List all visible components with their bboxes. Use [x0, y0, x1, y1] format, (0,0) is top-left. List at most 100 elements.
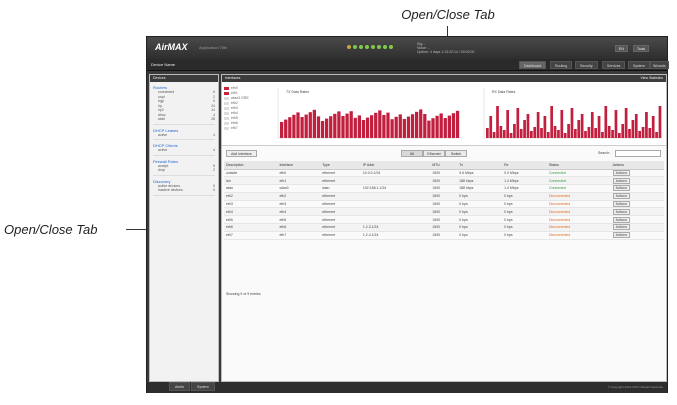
add-interface-button[interactable]: Add Interface — [226, 150, 257, 157]
column-header[interactable]: Status — [546, 161, 611, 170]
sidebar-row-value: 2 — [213, 168, 215, 172]
actions-button[interactable]: Actions — [612, 216, 631, 223]
table-row[interactable]: outside eth0 ethernet 10.0.0.1/24 1500 9.6 Mb… — [224, 169, 664, 178]
search-label: Search: — [598, 151, 611, 155]
table-cell: 0 bps — [457, 200, 503, 209]
chart-bar — [645, 112, 648, 138]
chart-bar — [402, 119, 406, 138]
table-header-row: Description Interface Type IP Addr MTU Tx Rx St… — [224, 161, 664, 170]
search-input[interactable] — [615, 150, 661, 157]
tools-button[interactable]: Tools — [633, 45, 650, 52]
chart-bar — [563, 133, 567, 138]
table-row[interactable]: eth3 eth3 ethernet 1500 0 bps 0 bps Disconnect… — [224, 200, 664, 209]
table-row[interactable]: eth6 eth6 ethernet 1.2.3.1/24 1500 0 bps 0 bps… — [224, 223, 664, 232]
actions-button[interactable]: Actions — [612, 169, 631, 176]
column-header[interactable]: IP Addr — [360, 161, 431, 170]
column-header[interactable]: MTU — [430, 161, 458, 170]
column-header[interactable]: Actions — [610, 161, 664, 170]
column-header[interactable]: Rx — [502, 161, 547, 170]
led-icon — [353, 45, 357, 49]
column-header[interactable]: Interface — [277, 161, 321, 170]
filter-all-button[interactable]: All — [401, 150, 423, 157]
table-cell: eth6 — [224, 223, 278, 232]
chart-bar — [447, 115, 451, 138]
column-header[interactable]: Description — [224, 161, 278, 170]
table-cell: Actions — [610, 184, 664, 193]
table-row[interactable]: lan eth1 ethernet 1500 188 kbps 1.4 Mbps Conne… — [224, 176, 664, 186]
table-cell: wlan — [224, 184, 278, 193]
table-cell: ethernet — [320, 207, 361, 217]
sidebar-header[interactable]: Devices — [150, 75, 218, 82]
chart-bar — [443, 118, 447, 138]
table-cell: ethernet — [320, 176, 361, 186]
chart-bar — [489, 116, 493, 138]
tab-routing[interactable]: Routing — [550, 61, 573, 69]
legend-swatch — [224, 97, 229, 100]
table-cell: 0 bps — [502, 231, 547, 240]
actions-button[interactable]: Actions — [612, 208, 631, 215]
view-statistics-link[interactable]: View Statistics — [641, 75, 664, 82]
chart-bar — [624, 108, 628, 138]
sidebar-row: wlan 28 — [153, 117, 215, 122]
legend-item[interactable]: eth7 — [224, 126, 262, 131]
table-row[interactable]: eth4 eth4 ethernet 1500 0 bps 0 bps Disconnect… — [224, 207, 664, 217]
chart-bar — [280, 122, 284, 138]
filter-switch-button[interactable]: Switch — [445, 150, 467, 157]
language-button[interactable]: EN — [615, 45, 628, 52]
chart-bar — [567, 124, 570, 138]
table-cell: Actions — [610, 169, 664, 178]
chart-bar — [560, 110, 564, 138]
chart-bar — [509, 133, 513, 138]
tab-services[interactable]: Services — [602, 61, 626, 69]
tab-system[interactable]: System — [628, 61, 650, 69]
footer-tab-system[interactable]: System — [191, 382, 215, 391]
table-cell — [360, 200, 431, 209]
sidebar-row-value: 4 — [213, 148, 215, 152]
chart-bar — [546, 132, 550, 138]
actions-button[interactable]: Actions — [612, 177, 631, 184]
table-cell: Actions — [610, 231, 664, 240]
chart-bar — [516, 108, 520, 138]
actions-button[interactable]: Actions — [612, 193, 631, 200]
table-cell: 9.6 Mbps — [457, 169, 503, 178]
sidebar-section: DHCP Leases active 4 — [153, 128, 215, 140]
tab-dashboard[interactable]: Dashboard — [519, 61, 547, 69]
filter-ethernet-button[interactable]: Ethernet — [423, 150, 445, 157]
footer-tab-alerts[interactable]: Alerts — [169, 382, 190, 391]
table-cell: outside — [224, 169, 278, 178]
chart-bar — [540, 128, 543, 138]
column-header[interactable]: Type — [320, 161, 361, 170]
led-icon — [377, 45, 381, 49]
main-header-title[interactable]: Interfaces — [225, 75, 240, 82]
chart-bar — [374, 112, 378, 138]
table-cell: eth1 — [277, 176, 321, 186]
table-row[interactable]: eth7 eth7 ethernet 1.2.4.1/24 1500 0 bps 0 bps… — [224, 231, 664, 240]
actions-button[interactable]: Actions — [612, 185, 631, 192]
table-cell: eth0 — [277, 169, 321, 178]
chart-bar — [349, 111, 353, 138]
table-cell: 1500 — [430, 223, 458, 232]
chart-bar — [597, 116, 601, 138]
table-cell: eth3 — [277, 200, 321, 209]
interfaces-table: Description Interface Type IP Addr MTU Tx Rx St… — [224, 161, 664, 240]
chart-bar — [304, 114, 308, 138]
actions-button[interactable]: Actions — [612, 201, 631, 208]
table-row[interactable]: wlan wlan0 wlan 192.168.1.1/24 1500 188 kbps 1… — [224, 184, 664, 193]
device-selector[interactable]: Device Name — [151, 62, 175, 67]
actions-button[interactable]: Actions — [612, 232, 631, 239]
chart-bar — [577, 120, 581, 138]
actions-button[interactable]: Actions — [612, 224, 631, 231]
table-row[interactable]: eth5 eth5 ethernet 1500 0 bps 0 bps Disconnect… — [224, 215, 664, 225]
chart-bar — [320, 121, 325, 138]
table-row[interactable]: eth2 eth2 ethernet 1500 0 bps 0 bps Disconnect… — [224, 192, 664, 201]
top-bar: AirMAX Application Title Sig: .. Noise: … — [147, 37, 667, 59]
column-header[interactable]: Tx — [457, 161, 503, 170]
table-cell: ethernet — [320, 200, 361, 209]
table-cell: 1500 — [430, 207, 458, 217]
table-cell: 0 bps — [457, 223, 503, 232]
sidebar-row-value: 4 — [213, 132, 215, 137]
tab-wizards[interactable]: Wizards — [650, 61, 669, 69]
table-cell: 0 bps — [502, 223, 547, 232]
tab-security[interactable]: Security — [575, 61, 598, 69]
table-cell: Actions — [610, 192, 664, 201]
